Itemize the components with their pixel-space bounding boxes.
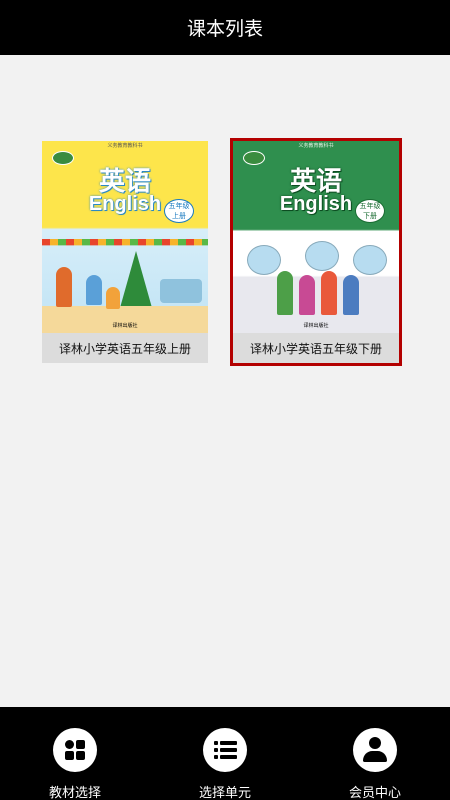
cover-series: 义务教育教科书	[107, 143, 143, 149]
cover-publisher: 译林出版社	[112, 323, 138, 329]
child-figure	[106, 287, 120, 309]
thought-bubble-illustration	[305, 241, 339, 271]
nav-label[interactable]: 会员中心	[349, 782, 401, 800]
book-title[interactable]: 译林小学英语五年级下册	[233, 333, 399, 363]
sofa-illustration	[160, 279, 202, 303]
nav-label[interactable]: 教材选择	[49, 782, 101, 800]
page-title: 课本列表	[186, 18, 263, 40]
cover-grade-badge: 五年级 上册	[164, 199, 194, 223]
nav-unit-select[interactable]: 选择单元	[170, 728, 280, 800]
book-card-grade5-vol2[interactable]: 义务教育教科书 英语 English 五年级 下册 译林出版社 译林小学英语五年…	[230, 138, 402, 366]
thought-bubble-illustration	[353, 245, 387, 275]
nav-member-center[interactable]: 会员中心	[320, 728, 430, 800]
user-icon[interactable]	[353, 728, 397, 772]
nav-textbook-select[interactable]: 教材选择	[20, 728, 130, 800]
book-list: 义务教育教科书 英语 English 五年级 上册 译林出版社 译林小学英语五年…	[0, 55, 450, 707]
thought-bubble-illustration	[247, 245, 281, 275]
list-icon[interactable]	[203, 728, 247, 772]
cover-series: 义务教育教科书	[298, 143, 334, 149]
child-figure	[299, 275, 315, 315]
child-figure	[56, 267, 72, 307]
child-figure	[86, 275, 102, 305]
book-card-grade5-vol1[interactable]: 义务教育教科书 英语 English 五年级 上册 译林出版社 译林小学英语五年…	[42, 141, 208, 363]
child-figure	[277, 271, 293, 315]
book-cover-image[interactable]: 义务教育教科书 英语 English 五年级 上册 译林出版社	[42, 141, 208, 333]
bottom-navigation: 教材选择 选择单元 会员中心	[0, 707, 450, 800]
nav-label[interactable]: 选择单元	[199, 782, 251, 800]
book-title[interactable]: 译林小学英语五年级上册	[42, 333, 208, 363]
cover-publisher: 译林出版社	[303, 323, 329, 329]
child-figure	[321, 271, 337, 315]
grid-icon[interactable]	[53, 728, 97, 772]
child-figure	[343, 275, 359, 315]
book-cover-image[interactable]: 义务教育教科书 英语 English 五年级 下册 译林出版社	[233, 141, 399, 333]
header-bar: 课本列表	[0, 0, 450, 55]
cover-grade-badge: 五年级 下册	[355, 199, 385, 223]
